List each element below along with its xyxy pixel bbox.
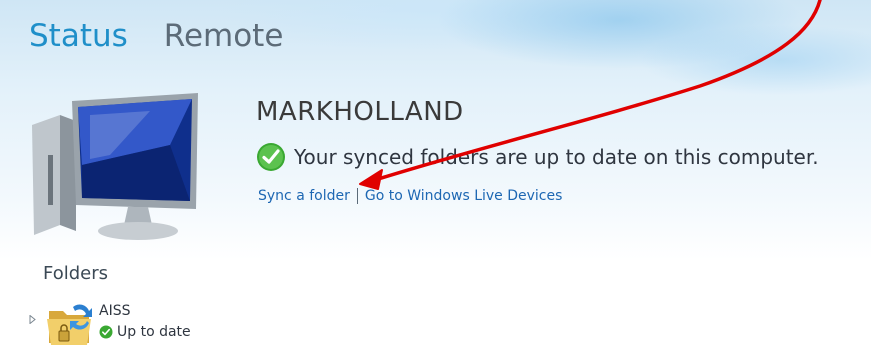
folder-name: AISS [99,303,131,319]
synced-folder-icon [47,304,92,345]
link-separator [356,188,358,204]
expand-arrow-icon[interactable] [28,315,37,324]
folder-status-text: Up to date [117,324,191,340]
sync-folder-link[interactable]: Sync a folder [258,188,350,204]
windows-live-devices-link[interactable]: Go to Windows Live Devices [365,188,563,204]
device-name: MARKHOLLAND [256,97,464,127]
folder-status: Up to date [99,324,191,340]
tab-remote[interactable]: Remote [164,14,284,58]
action-links: Sync a folder Go to Windows Live Devices [258,188,562,204]
computer-icon [32,93,198,240]
folder-item[interactable]: AISS Up to date [28,301,191,349]
tab-bar: Status Remote [29,14,283,58]
status-message: Your synced folders are up to date on th… [294,145,819,169]
device-status: Your synced folders are up to date on th… [256,142,819,172]
tab-status[interactable]: Status [29,14,128,58]
check-circle-icon [257,143,285,171]
folders-heading: Folders [43,263,109,284]
check-circle-icon [99,325,113,339]
